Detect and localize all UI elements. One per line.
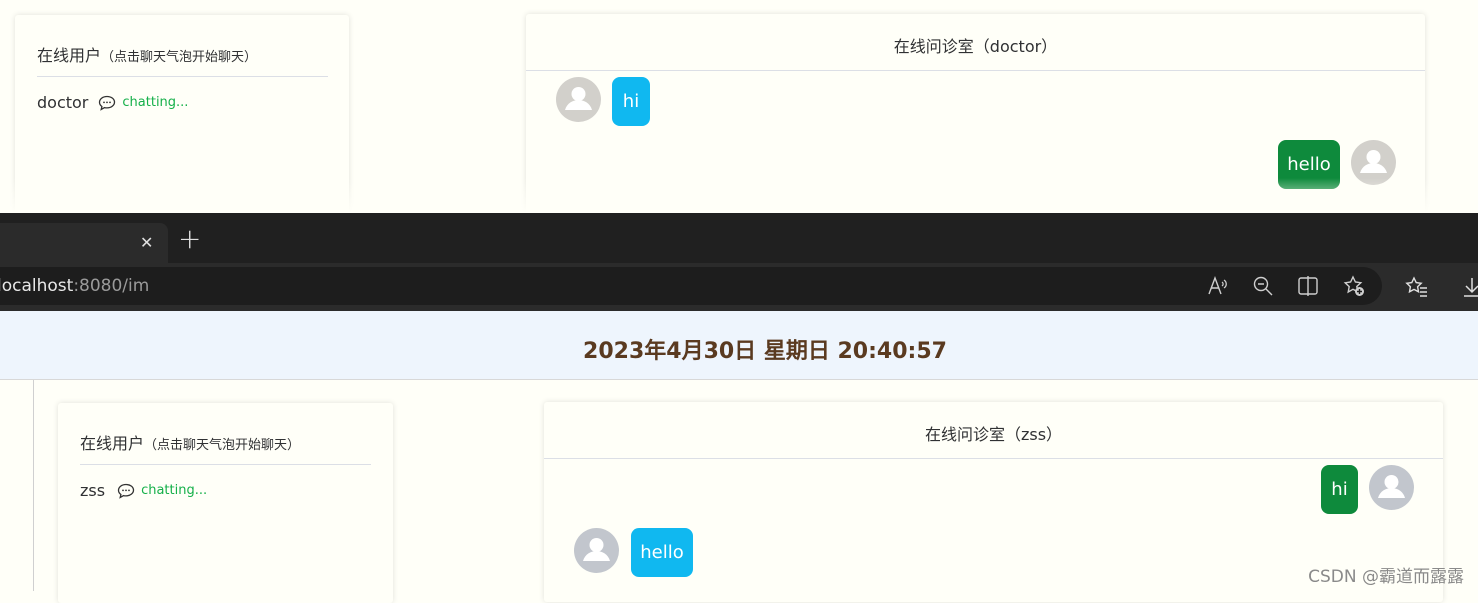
page-header: 2023年4月30日 星期日 20:40:57 (0, 311, 1478, 380)
chat-room-title: 在线问诊室（zss） (924, 425, 1063, 444)
divider (80, 464, 371, 465)
new-tab-icon[interactable]: + (178, 225, 201, 253)
user-row-zss: zss chatting... (80, 481, 207, 500)
avatar (574, 528, 619, 573)
avatar (1369, 465, 1414, 510)
chatting-status: chatting... (122, 95, 189, 110)
sidebar-border (33, 380, 34, 591)
online-users-title-text: 在线用户 (37, 46, 102, 65)
url-text: localhost:8080/im (0, 276, 149, 296)
message-bubble: hi (612, 77, 650, 126)
divider (526, 70, 1425, 71)
favorites-icon[interactable] (1405, 275, 1429, 299)
divider (544, 458, 1443, 459)
message-bubble: hello (631, 528, 693, 577)
overlap-fade (0, 178, 1478, 213)
split-screen-icon[interactable] (1296, 274, 1320, 298)
watermark-text: CSDN @霸道而露露 (1308, 567, 1464, 587)
online-users-title: 在线用户（点击聊天气泡开始聊天） (80, 430, 300, 454)
close-tab-icon[interactable]: ✕ (140, 233, 153, 252)
avatar (556, 77, 601, 122)
online-users-title: 在线用户（点击聊天气泡开始聊天） (37, 42, 257, 66)
zoom-out-icon[interactable] (1251, 274, 1275, 298)
url-path: :8080/im (73, 276, 150, 296)
online-users-title-text: 在线用户 (80, 434, 145, 453)
user-name: zss (80, 481, 106, 500)
chat-bubble-icon[interactable] (117, 483, 135, 499)
browser-tab[interactable]: ✕ (0, 223, 168, 263)
divider (37, 76, 328, 77)
chat-bubble-icon[interactable] (98, 95, 116, 111)
add-favorite-icon[interactable] (1342, 274, 1366, 298)
current-datetime: 2023年4月30日 星期日 20:40:57 (583, 339, 947, 364)
url-host: localhost (0, 276, 74, 296)
browser-toolbar: localhost:8080/im (0, 263, 1478, 311)
online-users-card: 在线用户（点击聊天气泡开始聊天） zss chatting... (58, 403, 393, 603)
address-bar[interactable]: localhost:8080/im (0, 267, 1382, 305)
user-name: doctor (37, 93, 89, 112)
message-bubble: hi (1321, 465, 1358, 514)
downloads-icon[interactable] (1460, 275, 1478, 299)
tab-bar: ✕ + (0, 213, 1478, 263)
chat-room-title: 在线问诊室（doctor） (893, 37, 1058, 56)
read-aloud-icon[interactable] (1206, 274, 1230, 298)
online-users-hint: （点击聊天气泡开始聊天） (101, 50, 258, 65)
chatting-status: chatting... (141, 483, 208, 498)
online-users-hint: （点击聊天气泡开始聊天） (144, 438, 301, 453)
user-row-doctor: doctor chatting... (37, 93, 188, 112)
